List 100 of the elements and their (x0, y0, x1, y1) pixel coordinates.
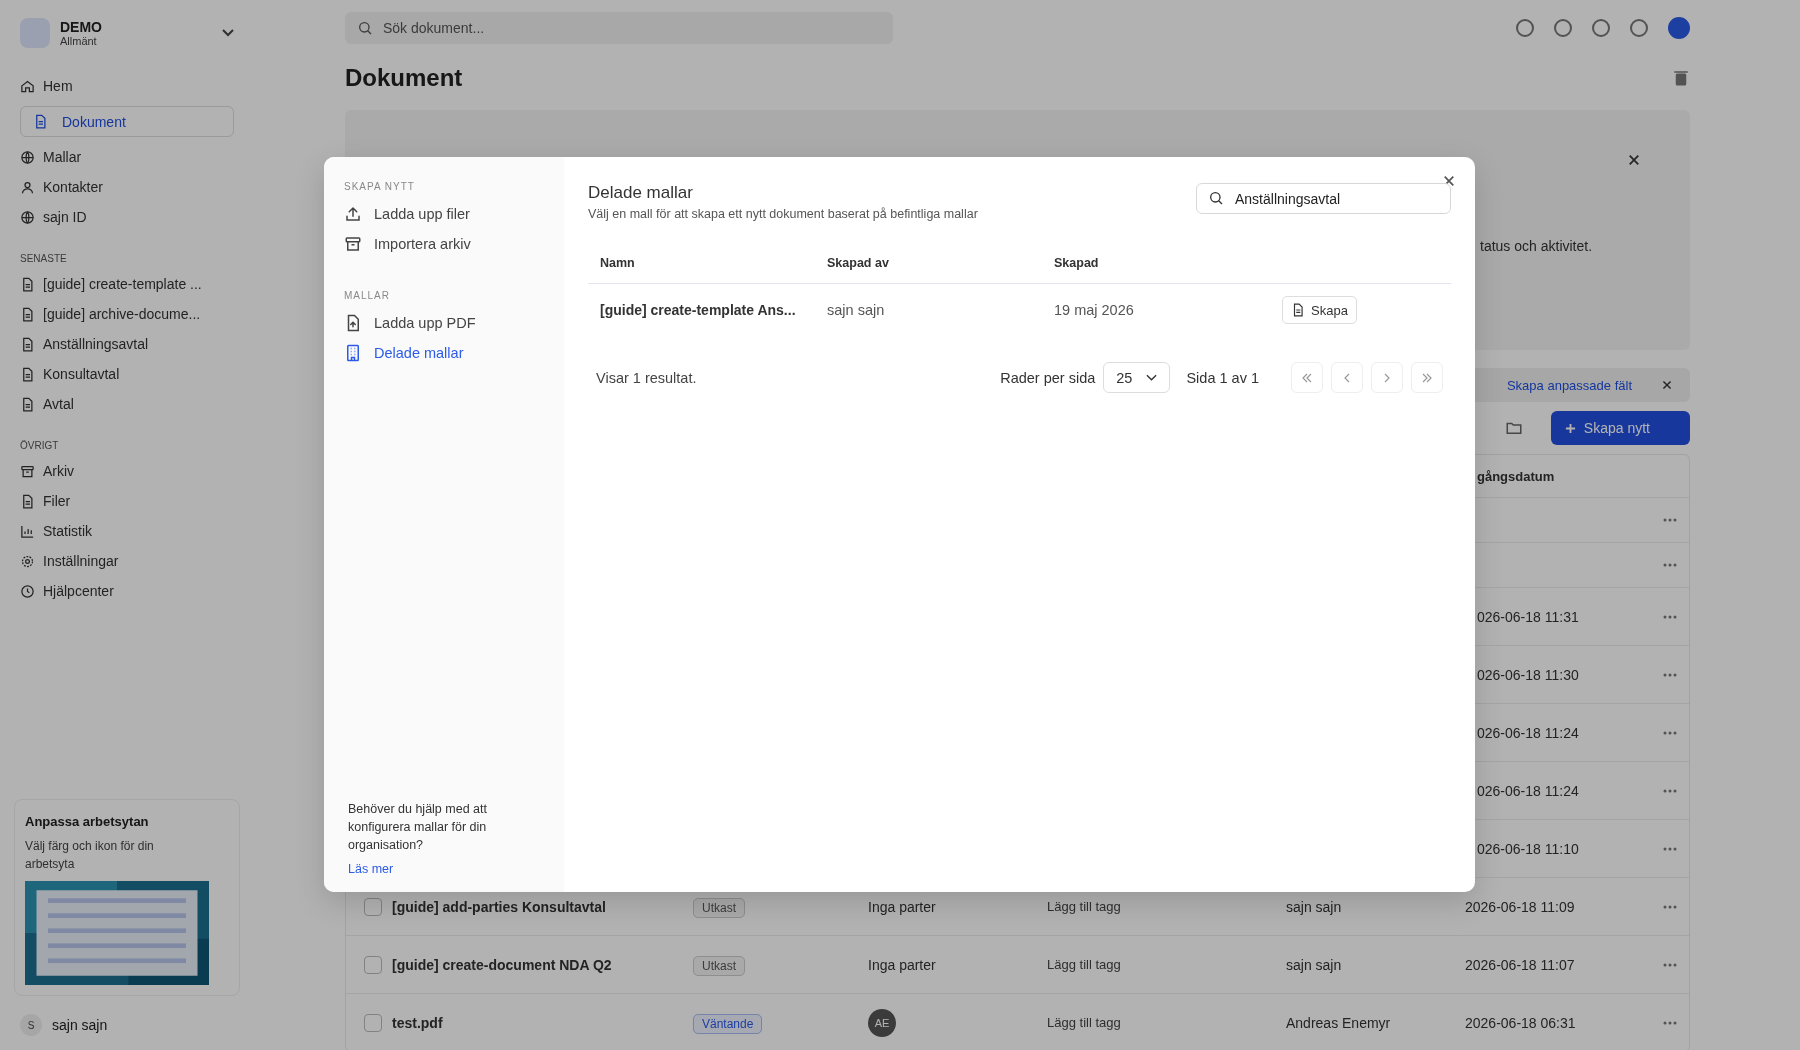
table-cell-text: sajn sajn (827, 302, 886, 318)
menu-item[interactable]: Importera arkiv (344, 234, 544, 254)
plus-icon (1564, 422, 1576, 434)
nav-item[interactable]: Hem (20, 76, 234, 96)
dialog-title: Delade mallar (588, 183, 694, 203)
archive-icon (20, 463, 35, 479)
workspace-name: DEMO (60, 19, 103, 35)
nav-item[interactable]: Dokument (20, 106, 234, 137)
document-icon (20, 276, 35, 292)
rows-per-page-select[interactable]: 25 (1103, 362, 1171, 393)
nav-item[interactable]: Mallar (20, 147, 234, 167)
close-icon[interactable] (1662, 380, 1672, 390)
nav-item[interactable]: Arkiv (20, 461, 234, 481)
nav-item[interactable]: Anställningsavtal (20, 334, 234, 354)
table-cell: 2026-06-18 11:09 (1465, 898, 1575, 915)
document-icon (20, 493, 35, 509)
table-cell-text: sajn sajn (1286, 898, 1343, 915)
card-text: Välj färg och ikon för din arbetsyta (25, 838, 155, 873)
page-indicator: Sida 1 av 1 (1186, 369, 1259, 386)
table-cell: 026-06-18 11:31 (1477, 608, 1579, 625)
table-cell-text: test.pdf (391, 1014, 444, 1031)
document-icon (20, 366, 35, 382)
row-checkbox[interactable] (364, 955, 382, 974)
status-tag: Utkast (693, 955, 745, 976)
menu-item[interactable]: Ladda upp filer (344, 204, 544, 224)
nav-item[interactable]: Inställningar (20, 551, 234, 571)
workspace-subtitle: Allmänt (60, 35, 98, 47)
table-cell: 2026-06-18 06:31 (1465, 1014, 1576, 1031)
row-checkbox[interactable] (364, 1013, 382, 1032)
table-cell: Inga parter (868, 898, 936, 915)
double-chevron-left-icon (1301, 371, 1313, 384)
nav-item[interactable]: Kontakter (20, 177, 234, 197)
globe-icon (20, 209, 35, 225)
chart-icon (20, 523, 35, 539)
more-icon[interactable] (1663, 614, 1677, 619)
nav-item[interactable]: Konsultavtal (20, 364, 234, 384)
more-icon[interactable] (1663, 730, 1677, 735)
more-icon[interactable] (1663, 788, 1677, 793)
party-avatar: AE (868, 1008, 896, 1037)
table-cell[interactable]: Lägg till tagg (1047, 1015, 1286, 1030)
status-tag: Väntande (693, 1013, 763, 1034)
nav-item[interactable]: sajn ID (20, 207, 234, 227)
table-cell: 026-06-18 11:24 (1477, 782, 1579, 799)
nav-item[interactable]: [guide] archive-docume... (20, 304, 234, 324)
more-icon[interactable] (1663, 904, 1677, 909)
create-new-button[interactable]: Skapa nytt (1550, 411, 1690, 445)
rows-per-page-label: Rader per sida (1000, 369, 1096, 386)
nav-item[interactable]: Hjälpcenter (20, 581, 234, 601)
document-icon (20, 396, 35, 412)
document-icon (20, 306, 35, 322)
chevron-down-icon[interactable] (222, 29, 234, 37)
search-icon (1208, 190, 1224, 206)
double-chevron-right-icon (1421, 371, 1433, 384)
table-cell: 026-06-18 11:30 (1477, 666, 1579, 683)
archive-icon (344, 235, 362, 253)
nav-item[interactable]: Statistik (20, 521, 234, 541)
user-name: sajn sajn (52, 1017, 108, 1033)
table-cell: 026-06-18 11:10 (1477, 840, 1579, 857)
section-label: SENASTE (20, 253, 68, 264)
table-cell[interactable]: Lägg till tagg (1047, 957, 1286, 972)
more-icon[interactable] (1663, 1020, 1677, 1025)
search-field[interactable]: Anställningsavtal (1196, 183, 1451, 214)
more-icon[interactable] (1663, 518, 1677, 522)
more-icon[interactable] (1663, 846, 1677, 851)
trash-icon[interactable] (1672, 69, 1690, 87)
read-more-link[interactable]: Läs mer (348, 862, 544, 876)
more-icon[interactable] (1663, 962, 1677, 967)
building-icon (344, 344, 362, 362)
menu-item[interactable]: Delade mallar (344, 343, 544, 363)
result-count: Visar 1 resultat. (596, 369, 697, 386)
custom-fields-link[interactable]: Skapa anpassade fält (1506, 377, 1632, 393)
profile-avatar[interactable] (1668, 17, 1690, 39)
close-icon[interactable] (1628, 154, 1640, 166)
card-title: Anpassa arbetsytan (25, 814, 150, 829)
document-icon (33, 114, 48, 129)
column-header: Skapad (1054, 256, 1100, 270)
search-field[interactable]: Sök dokument... (345, 12, 893, 44)
nav-item[interactable]: [guide] create-template ... (20, 274, 234, 294)
table-cell[interactable]: Lägg till tagg (1047, 899, 1286, 914)
nav-item[interactable]: Filer (20, 491, 234, 511)
section-label: MALLAR (344, 290, 391, 301)
table-cell-text: 19 maj 2026 (1054, 302, 1135, 318)
home-icon (20, 78, 35, 94)
document-icon (1291, 303, 1305, 317)
banner-text: tatus och aktivitet. (1480, 238, 1593, 254)
create-button[interactable]: Skapa (1282, 296, 1357, 324)
table-cell-text: [guide] create-template Ans... (600, 302, 797, 318)
column-header: gångsdatum (1476, 468, 1556, 484)
nav-item[interactable]: Avtal (20, 394, 234, 414)
menu-item[interactable]: Ladda upp PDF (344, 313, 544, 333)
column-header: Namn (600, 256, 636, 270)
section-label: SKAPA NYTT (344, 181, 416, 192)
more-icon[interactable] (1663, 563, 1677, 567)
row-checkbox[interactable] (364, 897, 382, 916)
close-icon[interactable] (1443, 175, 1455, 187)
globe-icon (20, 149, 35, 165)
section-label: ÖVRIGT (20, 440, 60, 451)
table-cell-text: [guide] add-parties Konsultavtal (391, 898, 607, 915)
user-avatar[interactable]: S (20, 1014, 42, 1036)
more-icon[interactable] (1663, 672, 1677, 677)
